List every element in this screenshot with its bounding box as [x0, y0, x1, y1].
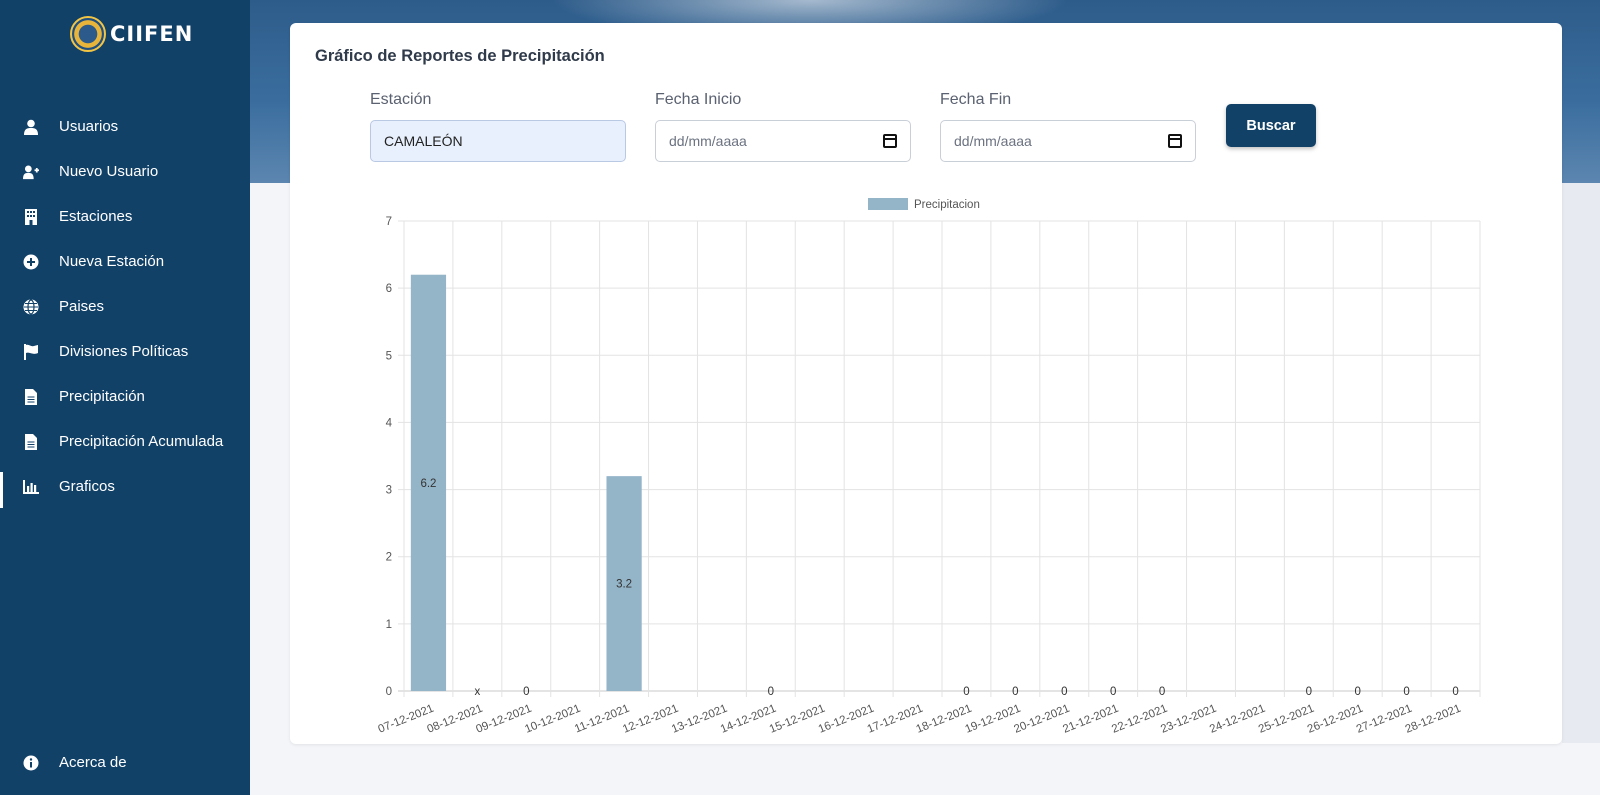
x-tick-label: 28-12-2021 — [1404, 703, 1463, 736]
x-tick-label: 18-12-2021 — [915, 703, 974, 736]
globe-icon — [23, 298, 39, 315]
data-label: 0 — [963, 686, 969, 698]
x-tick-label: 16-12-2021 — [817, 703, 876, 736]
sidebar-item-label: Precipitación Acumulada — [59, 433, 224, 450]
precipitation-chart: 0 1 2 3 4 5 6 7 6.2 07-12-2021 x 08-12-2021 0 09-12-2… — [377, 198, 1481, 736]
data-label: 0 — [768, 686, 774, 698]
data-label: 0 — [1403, 686, 1409, 698]
data-label: 0 — [1306, 686, 1312, 698]
sidebar-item-paises[interactable]: Paises — [0, 284, 250, 329]
flag-icon — [23, 343, 39, 360]
sidebar-item-estaciones[interactable]: Estaciones — [0, 194, 250, 239]
x-tick-label: 09-12-2021 — [474, 703, 533, 736]
data-label: 0 — [1159, 686, 1165, 698]
x-tick-label: 15-12-2021 — [768, 703, 827, 736]
chart-labels: 0 1 2 3 4 5 6 7 6.2 07-12-2021 x 08-12-2021 0 09-12-2… — [377, 216, 1463, 736]
data-label: 3.2 — [616, 579, 632, 591]
sidebar-item-label: Acerca de — [59, 754, 127, 771]
sidebar-item-label: Divisiones Políticas — [59, 343, 189, 360]
sidebar-item-label: Graficos — [59, 478, 115, 495]
x-tick-label: 22-12-2021 — [1110, 703, 1169, 736]
data-label: x — [474, 686, 480, 698]
x-tick-label: 25-12-2021 — [1257, 703, 1316, 736]
data-label: 6.2 — [420, 478, 436, 490]
chart-card: Gráfico de Reportes de Precipitación Est… — [290, 23, 1562, 744]
y-tick-label: 7 — [386, 216, 392, 228]
data-label: 0 — [523, 686, 529, 698]
sidebar-nav: Usuarios Nuevo Usuario Estaciones Nueva … — [0, 104, 250, 509]
x-tick-label: 27-12-2021 — [1355, 703, 1414, 736]
y-tick-label: 3 — [386, 485, 392, 497]
x-tick-label: 21-12-2021 — [1061, 703, 1120, 736]
sidebar-item-acerca-de[interactable]: Acerca de — [0, 740, 250, 785]
y-tick-label: 4 — [386, 417, 393, 429]
x-tick-label: 10-12-2021 — [523, 703, 582, 736]
y-tick-label: 6 — [386, 283, 392, 295]
chart-grid — [398, 220, 1481, 697]
file-icon — [23, 433, 39, 450]
file-icon — [23, 388, 39, 405]
y-tick-label: 1 — [386, 619, 392, 631]
sidebar-item-precipitacion[interactable]: Precipitación — [0, 374, 250, 419]
x-tick-label: 14-12-2021 — [719, 703, 778, 736]
x-tick-label: 26-12-2021 — [1306, 703, 1365, 736]
page-edge — [1562, 183, 1600, 743]
sidebar-item-precipitacion-acumulada[interactable]: Precipitación Acumulada — [0, 419, 250, 464]
x-tick-label: 12-12-2021 — [621, 703, 680, 736]
chart-legend: Precipitacion — [868, 198, 980, 211]
data-label: 0 — [1355, 686, 1361, 698]
x-tick-label: 20-12-2021 — [1012, 703, 1071, 736]
y-tick-label: 2 — [386, 552, 392, 564]
user-icon — [23, 119, 39, 135]
sidebar-item-label: Precipitación — [59, 388, 145, 405]
sidebar-item-usuarios[interactable]: Usuarios — [0, 104, 250, 149]
data-label: 0 — [1110, 686, 1116, 698]
y-tick-label: 5 — [386, 350, 392, 362]
x-tick-label: 19-12-2021 — [963, 703, 1022, 736]
data-label: 0 — [1012, 686, 1018, 698]
user-plus-icon — [23, 164, 39, 180]
sidebar-footer: Acerca de — [0, 740, 250, 785]
sidebar-item-label: Usuarios — [59, 118, 119, 135]
sidebar: CIIFEN Usuarios Nuevo Usuario Estaciones… — [0, 0, 250, 795]
building-icon — [23, 208, 39, 225]
sidebar-item-graficos[interactable]: Graficos — [0, 464, 250, 509]
data-label: 0 — [1061, 686, 1067, 698]
logo[interactable]: CIIFEN — [70, 16, 193, 52]
x-tick-label: 07-12-2021 — [377, 703, 436, 736]
plus-circle-icon — [23, 254, 39, 270]
sidebar-item-label: Paises — [59, 298, 105, 315]
chart-bars — [410, 274, 642, 691]
sidebar-item-label: Nueva Estación — [59, 253, 165, 270]
x-tick-label: 08-12-2021 — [425, 703, 484, 736]
logo-icon — [70, 16, 106, 52]
sidebar-item-divisiones[interactable]: Divisiones Políticas — [0, 329, 250, 374]
chart-icon — [23, 479, 39, 495]
sidebar-item-nueva-estacion[interactable]: Nueva Estación — [0, 239, 250, 284]
logo-text: CIIFEN — [110, 22, 194, 46]
x-tick-label: 13-12-2021 — [670, 703, 729, 736]
sidebar-item-label: Estaciones — [59, 208, 133, 225]
x-tick-label: 23-12-2021 — [1159, 703, 1218, 736]
sidebar-item-label: Nuevo Usuario — [59, 163, 159, 180]
sidebar-item-nuevo-usuario[interactable]: Nuevo Usuario — [0, 149, 250, 194]
x-tick-label: 24-12-2021 — [1208, 703, 1267, 736]
y-tick-label: 0 — [386, 686, 392, 698]
info-icon — [23, 755, 39, 771]
legend-label: Precipitacion — [914, 199, 980, 211]
x-tick-label: 17-12-2021 — [866, 703, 925, 736]
legend-swatch — [868, 198, 908, 210]
data-label: 0 — [1452, 686, 1458, 698]
